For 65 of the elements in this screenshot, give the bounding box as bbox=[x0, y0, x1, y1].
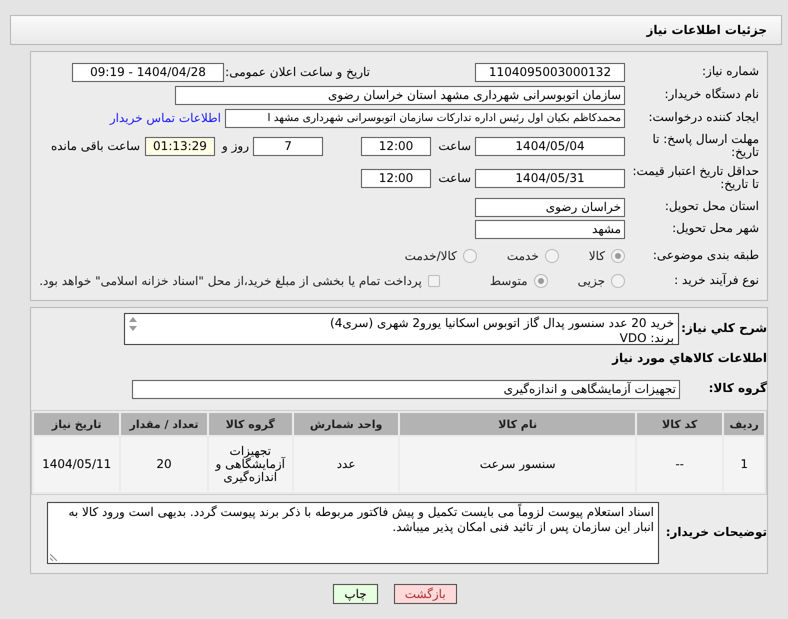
column-header: واحد شمارش bbox=[294, 413, 398, 435]
field-label: گروه کالا: bbox=[708, 382, 767, 396]
field-label: حداقل تاریخ اعتبار قیمت: تا تاریخ: bbox=[631, 164, 759, 192]
province-field[interactable]: خراسان رضوی bbox=[475, 198, 625, 216]
field-label: توضیحات خریدار: bbox=[664, 526, 767, 540]
time-field[interactable]: 12:00 bbox=[361, 168, 431, 188]
column-header: ردیف bbox=[724, 413, 764, 435]
table-cell: -- bbox=[637, 437, 722, 492]
field-label: شماره نیاز: bbox=[701, 65, 759, 79]
column-header: تاریخ نیاز bbox=[34, 413, 120, 435]
date-field[interactable]: 1404/05/04 bbox=[475, 136, 625, 156]
table-cell: سنسور سرعت bbox=[400, 437, 635, 492]
time-label: ساعت bbox=[437, 171, 471, 185]
description-textarea[interactable]: خرید 20 عدد سنسور پدال گاز اتوبوس اسکانیا یورو2 شهری (سری4) برند: VDO bbox=[124, 313, 679, 345]
radio-button[interactable] bbox=[611, 249, 625, 263]
goods-group-field[interactable]: تجهیزات آزمایشگاهی و اندازه‌گیری bbox=[132, 380, 680, 398]
page-title: جزئیات اطلاعات نیاز bbox=[646, 23, 767, 37]
radio-button[interactable] bbox=[462, 249, 477, 263]
table-cell: 20 bbox=[121, 437, 207, 492]
field-label: تاریخ و ساعت اعلان عمومی: bbox=[224, 65, 370, 79]
remaining-label: ساعت باقی مانده bbox=[50, 139, 140, 153]
field-label: طبقه بندی موضوعی: bbox=[652, 249, 759, 263]
column-header: گروه کالا bbox=[208, 413, 292, 435]
back-button[interactable]: بازگشت bbox=[394, 584, 457, 604]
buyer-org-field[interactable]: سازمان اتوبوسرانی شهرداری مشهد استان خراسان رضوی bbox=[175, 86, 625, 104]
days-field[interactable]: 7 bbox=[253, 136, 323, 156]
requester-field[interactable]: محمدکاظم بکیان اول رئیس اداره تدارکات سازمان اتوبوسرانی شهرداری مشهد ا bbox=[225, 108, 625, 128]
buyer-notes-textarea[interactable]: اسناد استعلام پیوست لزوماً می بایست تکمیل و پیش فاکتور مربوطه با ذکر برند پیوست گردد. بدیهی است ورود کالا به انبار این سازمان پس از تائید فنی امکان پذیر میباشد. bbox=[47, 502, 659, 564]
radio-label: متوسط bbox=[490, 274, 528, 288]
table-cell: 1404/05/11 bbox=[34, 437, 120, 492]
table-cell: 1 bbox=[724, 437, 764, 492]
column-header: نام کالا bbox=[400, 413, 635, 435]
radio-label: کالا bbox=[588, 249, 605, 263]
table-cell: عدد bbox=[294, 437, 398, 492]
column-header: کد کالا bbox=[637, 413, 722, 435]
date-field[interactable]: 1404/05/31 bbox=[475, 168, 625, 188]
city-field[interactable]: مشهد bbox=[475, 220, 625, 238]
radio-label: جزیی bbox=[578, 274, 605, 288]
radio-button[interactable] bbox=[611, 274, 625, 288]
checkbox-label: پرداخت تمام یا بخشی از مبلغ خرید،از محل "اسناد خزانه اسلامی" خواهد بود. bbox=[39, 274, 422, 288]
radio-button[interactable] bbox=[544, 249, 559, 263]
field-label: شهر محل تحویل: bbox=[671, 222, 759, 236]
days-label: روز و bbox=[220, 139, 249, 153]
print-button[interactable]: چاپ bbox=[333, 584, 378, 604]
time-label: ساعت bbox=[437, 139, 471, 153]
need-number-field[interactable]: 1104095003000132 bbox=[475, 62, 625, 82]
section-heading: اطلاعات کالاهاي مورد نياز bbox=[612, 351, 767, 365]
field-label: نام دستگاه خریدار: bbox=[664, 88, 759, 102]
remaining-time-field: 01:13:29 bbox=[145, 136, 215, 156]
buyer-contact-link[interactable]: اطلاعات تماس خریدار bbox=[110, 111, 221, 125]
checkbox[interactable] bbox=[428, 275, 440, 287]
field-label: ایجاد کننده درخواست: bbox=[647, 111, 759, 125]
field-label: مهلت ارسال پاسخ: تا تاریخ: bbox=[651, 132, 759, 160]
field-label: استان محل تحویل: bbox=[664, 200, 759, 214]
column-header: تعداد / مقدار bbox=[121, 413, 207, 435]
radio-label: کالا/خدمت bbox=[404, 249, 457, 263]
announce-date-field[interactable]: 1404/04/28 - 09:19 bbox=[72, 62, 224, 82]
field-label: شرح کلي نياز: bbox=[680, 322, 767, 336]
resize-grip-icon[interactable] bbox=[50, 554, 57, 561]
time-field[interactable]: 12:00 bbox=[361, 136, 431, 156]
radio-label: خدمت bbox=[506, 249, 539, 263]
field-label: نوع فرآیند خرید : bbox=[673, 274, 759, 288]
radio-button[interactable] bbox=[534, 274, 548, 288]
spinner-icon[interactable] bbox=[128, 316, 138, 332]
table-cell: تجهیزات آزمایشگاهی و اندازه‌گیری bbox=[208, 437, 292, 492]
